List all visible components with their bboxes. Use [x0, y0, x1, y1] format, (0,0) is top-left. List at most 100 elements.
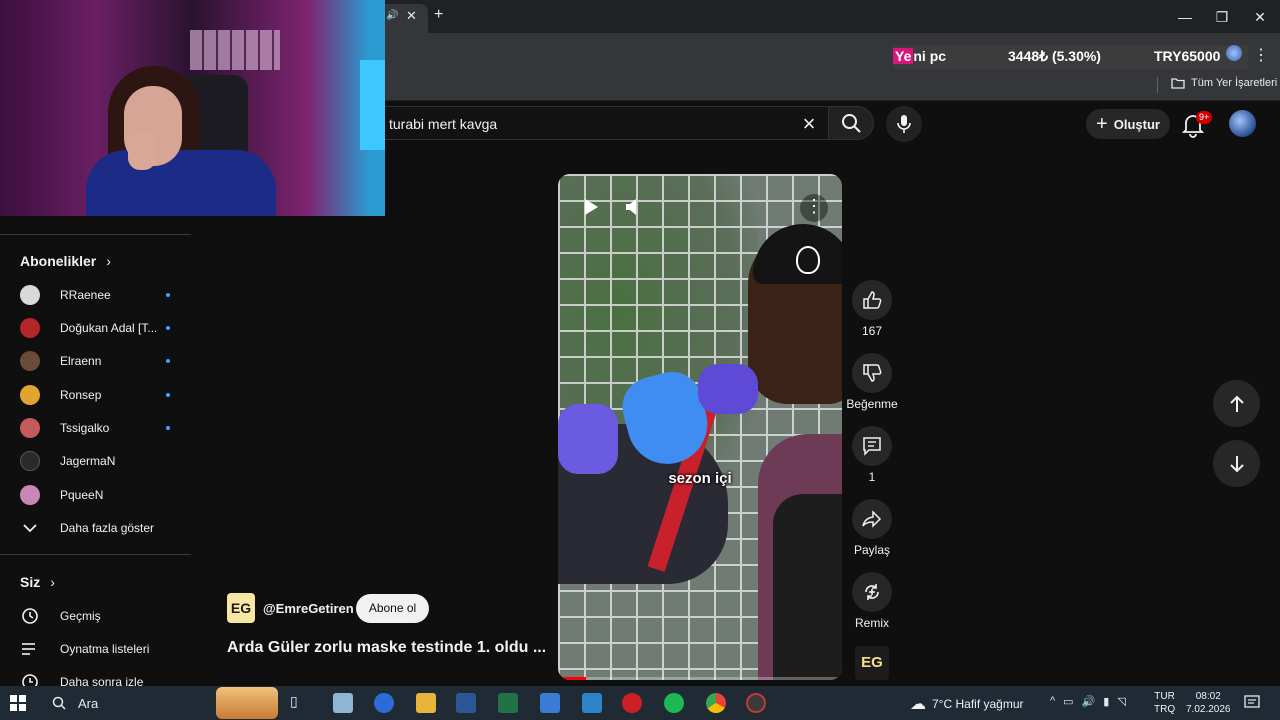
shorts-video-player[interactable]: sezon içi ⋮ — [558, 174, 842, 680]
task-view-icon[interactable]: ▯ — [290, 693, 310, 713]
file-explorer-icon[interactable] — [416, 693, 436, 713]
comments-button[interactable]: 1 — [851, 426, 893, 484]
notification-count-badge: 9+ — [1196, 111, 1213, 124]
sidebar-item-history[interactable]: Geçmiş — [20, 604, 101, 628]
channel-name: PqueeN — [60, 488, 104, 502]
channel-handle[interactable]: @EmreGetiren — [263, 601, 354, 616]
clear-search-button[interactable]: × — [795, 110, 823, 138]
dislike-circle[interactable] — [852, 353, 892, 393]
tab-close-icon[interactable]: ✕ — [406, 8, 417, 24]
copilot-icon[interactable] — [333, 693, 353, 713]
restore-button[interactable]: ❐ — [1212, 7, 1232, 27]
opera-icon[interactable] — [622, 693, 642, 713]
voice-search-button[interactable] — [886, 106, 922, 142]
excel-icon[interactable] — [498, 693, 518, 713]
search-icon — [842, 114, 861, 133]
browser-tab-active[interactable]: 🔊 ✕ — [380, 4, 428, 33]
sound-thumbnail[interactable]: EG — [855, 646, 889, 680]
share-circle[interactable] — [852, 499, 892, 539]
windows-start-icon[interactable] — [10, 695, 26, 711]
spotify-icon[interactable] — [664, 693, 684, 713]
browser-menu-icon[interactable]: ⋮ — [1253, 45, 1269, 65]
like-button[interactable]: 167 — [851, 280, 893, 338]
sidebar-item-playlists[interactable]: Oynatma listeleri — [20, 637, 149, 661]
notification-center-icon[interactable] — [1244, 695, 1260, 711]
chevron-right-icon: › — [50, 574, 55, 590]
subscriptions-heading[interactable]: Abonelikler › — [20, 253, 111, 269]
new-content-dot — [166, 426, 170, 430]
subscriptions-title: Abonelikler — [20, 253, 97, 269]
you-heading[interactable]: Siz › — [20, 574, 55, 590]
volume-icon[interactable] — [624, 196, 646, 218]
dislike-button[interactable]: Beğenme — [846, 353, 898, 411]
sidebar-item-rraenee[interactable]: RRaenee — [20, 280, 170, 310]
tab-audio-icon: 🔊 — [386, 10, 399, 21]
next-short-button[interactable] — [1213, 440, 1260, 487]
search-button[interactable] — [828, 106, 874, 140]
webcam-monitor-glow — [360, 60, 385, 150]
network-icon[interactable]: ◹ — [1117, 695, 1125, 708]
search-icon — [52, 696, 66, 710]
sidebar-item-tssigalko[interactable]: Tssigalko — [20, 413, 170, 443]
obs-icon[interactable] — [746, 693, 766, 713]
create-button[interactable]: + Oluştur — [1086, 109, 1170, 139]
remix-circle[interactable] — [852, 572, 892, 612]
remix-button[interactable]: Remix — [851, 572, 893, 630]
sidebar-item-ronsep[interactable]: Ronsep — [20, 380, 170, 410]
more-options-icon[interactable]: ⋮ — [800, 194, 828, 222]
sidebar: Abonelikler › RRaenee Doğukan Adal [T...… — [0, 216, 191, 690]
history-label: Geçmiş — [60, 609, 101, 623]
volume-icon[interactable]: 🔊 — [1082, 695, 1096, 708]
webcam-person-hand — [128, 132, 156, 170]
search-query-text[interactable]: turabi mert kavga — [389, 116, 497, 132]
video-progress-fill — [558, 677, 587, 680]
edge-icon[interactable] — [374, 693, 394, 713]
club-crest-icon — [796, 246, 820, 274]
comments-circle[interactable] — [852, 426, 892, 466]
calculator-icon[interactable] — [540, 693, 560, 713]
video-progress-bar[interactable] — [558, 677, 842, 680]
sidebar-item-jagerman[interactable]: JagermaN — [20, 446, 170, 476]
donation-ticker: Ye ni pc 3448₺ (5.30%) TRY65000 — [893, 45, 1248, 69]
mic-tray-icon[interactable]: ▮ — [1103, 695, 1109, 708]
video-glove — [698, 364, 758, 414]
channel-name: Elraenn — [60, 354, 102, 368]
sidebar-item-dogukan-adal[interactable]: Doğukan Adal [T... — [20, 313, 170, 343]
previous-short-button[interactable] — [1213, 380, 1260, 427]
word-icon[interactable] — [456, 693, 476, 713]
ticker-goal-name: Ye ni pc — [893, 48, 947, 64]
taskbar-clock[interactable]: 08:02 7.02.2026 — [1186, 690, 1231, 716]
channel-avatar — [20, 385, 40, 405]
channel-name: Tssigalko — [60, 421, 110, 435]
channel-logo[interactable]: EG — [227, 593, 255, 623]
close-window-button[interactable]: ✕ — [1250, 7, 1270, 27]
you-title: Siz — [20, 574, 41, 590]
weather-widget[interactable]: ☁ 7°C Hafif yağmur — [910, 694, 1024, 714]
language-code: TUR — [1154, 691, 1175, 702]
new-tab-button[interactable]: + — [434, 6, 443, 24]
like-circle[interactable] — [852, 280, 892, 320]
sidebar-divider — [0, 554, 191, 555]
all-bookmarks-button[interactable]: Tüm Yer İşaretleri — [1171, 77, 1277, 89]
video-title[interactable]: Arda Güler zorlu maske testinde 1. oldu … — [227, 639, 545, 657]
arrow-down-icon — [1229, 455, 1244, 472]
tray-expand-icon[interactable]: ^ — [1050, 695, 1055, 708]
thumbs-down-icon — [863, 364, 882, 382]
account-avatar[interactable] — [1229, 110, 1256, 137]
remix-label: Remix — [854, 616, 889, 630]
like-count: 167 — [861, 324, 883, 338]
subscribe-button[interactable]: Abone ol — [356, 594, 429, 623]
sidebar-item-pqueen[interactable]: PqueeN — [20, 480, 170, 510]
store-icon[interactable] — [582, 693, 602, 713]
minimize-button[interactable]: — — [1175, 7, 1195, 27]
chrome-icon[interactable] — [706, 693, 726, 713]
share-label: Paylaş — [853, 543, 891, 557]
show-more-button[interactable]: Daha fazla göster — [20, 516, 154, 540]
arrow-up-icon — [1229, 395, 1244, 412]
play-icon[interactable] — [582, 198, 600, 216]
battery-icon[interactable]: ▭ — [1063, 695, 1073, 708]
system-tray[interactable]: ^ ▭ 🔊 ▮ ◹ — [1050, 695, 1126, 708]
language-indicator[interactable]: TUR TRQ — [1154, 690, 1175, 716]
share-button[interactable]: Paylaş — [851, 499, 893, 557]
sidebar-item-elraenn[interactable]: Elraenn — [20, 346, 170, 376]
